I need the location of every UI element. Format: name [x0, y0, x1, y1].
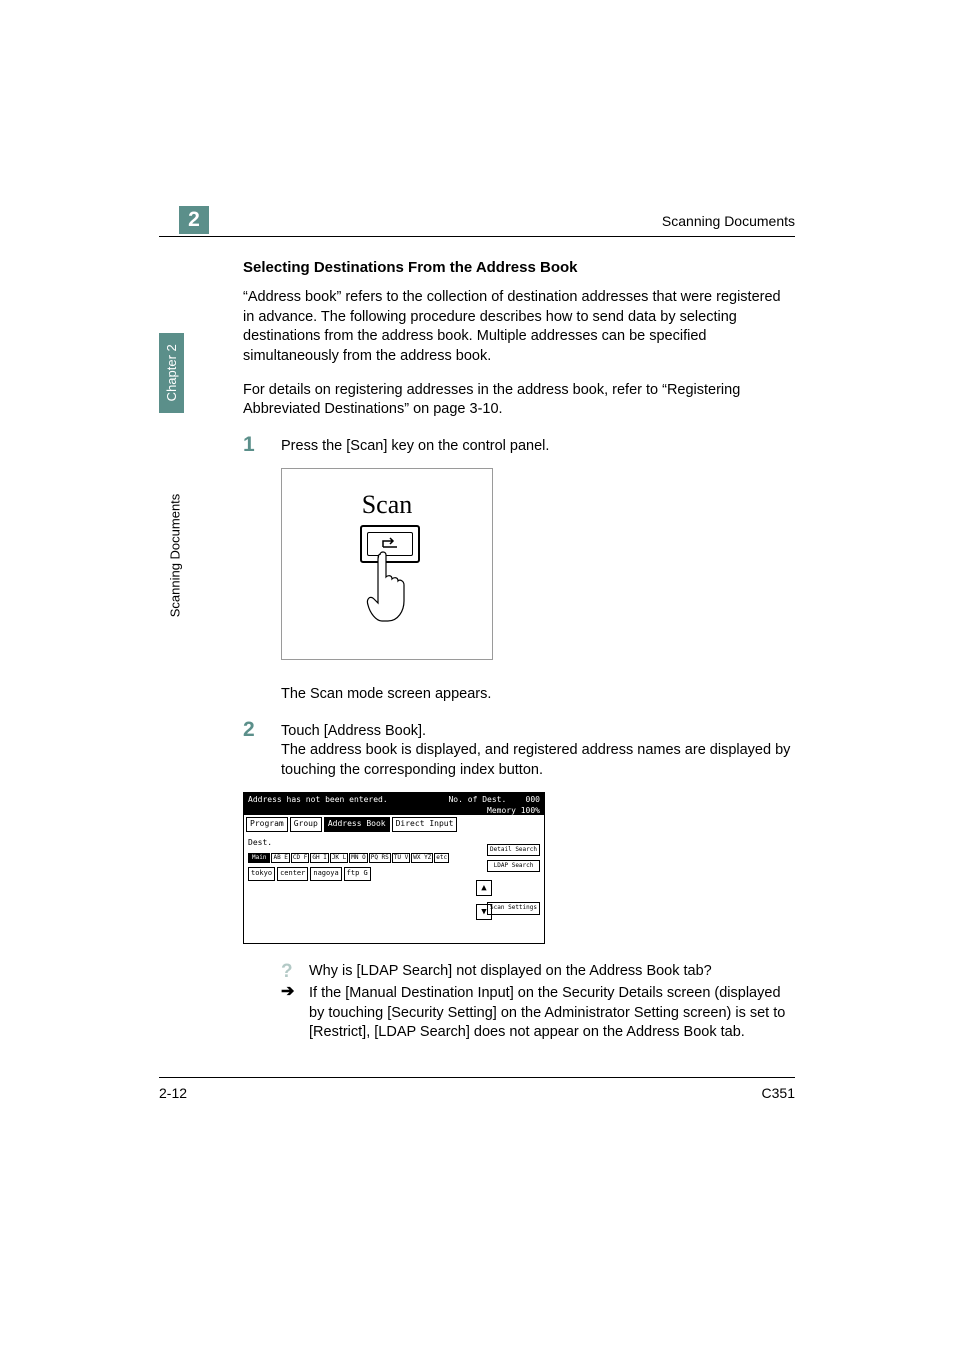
- ss-tab-program: Program: [246, 817, 288, 832]
- ss-dest-count: 000: [526, 795, 540, 804]
- ss-dest-count-label: No. of Dest.: [448, 795, 506, 804]
- ss-tab-direct-input: Direct Input: [392, 817, 458, 832]
- step-text-1: Press the [Scan] key on the control pane…: [281, 434, 795, 457]
- ss-arrow-down-icon: ▼: [476, 904, 492, 920]
- side-tab-chapter-label: Chapter 2: [163, 344, 181, 401]
- footer-model: C351: [762, 1084, 795, 1103]
- step-1-result: The Scan mode screen appears.: [281, 682, 795, 705]
- ss-index-pq: PQ RS: [369, 853, 391, 863]
- running-header: Scanning Documents: [662, 212, 795, 231]
- ss-ldap-search-button: LDAP Search: [487, 860, 540, 872]
- side-tab-chapter: Chapter 2: [159, 333, 184, 413]
- ss-entry-2: center: [277, 867, 308, 880]
- step-number-2: 2: [243, 719, 261, 740]
- ss-entry-1: tokyo: [248, 867, 275, 880]
- ss-index-mn: MN O: [349, 853, 367, 863]
- side-tab-section-label: Scanning Documents: [167, 592, 185, 617]
- scan-key-illustration: Scan: [281, 468, 493, 660]
- ss-index-tu: TU V: [392, 853, 410, 863]
- side-tab-section: Scanning Documents: [159, 441, 184, 459]
- ss-detail-search-button: Detail Search: [487, 844, 540, 856]
- ss-tab-group: Group: [290, 817, 322, 832]
- ss-scan-settings-button: Scan Settings: [487, 902, 540, 914]
- question-text: Why is [LDAP Search] not displayed on th…: [309, 962, 795, 982]
- section-heading: Selecting Destinations From the Address …: [243, 258, 795, 278]
- header-rule: [159, 236, 795, 237]
- footer-page-number: 2-12: [159, 1084, 187, 1103]
- ss-status-text: Address has not been entered.: [248, 795, 388, 815]
- question-icon: ?: [281, 962, 299, 982]
- step-2-line-2: The address book is displayed, and regis…: [281, 741, 795, 780]
- answer-text: If the [Manual Destination Input] on the…: [309, 984, 795, 1043]
- chapter-number-badge: 2: [179, 206, 209, 234]
- scan-label: Scan: [282, 487, 492, 522]
- ss-index-etc: etc: [434, 853, 449, 863]
- hand-pointer-icon: [366, 549, 406, 623]
- address-book-screenshot: Address has not been entered. No. of Des…: [243, 792, 545, 944]
- ss-index-gh: GH I: [310, 853, 328, 863]
- answer-arrow-icon: ➔: [281, 984, 299, 1043]
- ss-index-wx: WX YZ: [411, 853, 433, 863]
- ss-arrow-up-icon: ▲: [476, 880, 492, 896]
- step-number-1: 1: [243, 434, 261, 455]
- ss-tab-address-book: Address Book: [324, 817, 390, 832]
- ss-index-cd: CD F: [291, 853, 309, 863]
- step-2-line-1: Touch [Address Book].: [281, 722, 795, 742]
- ss-index-ab: AB E: [271, 853, 289, 863]
- ss-entry-4: ftp G: [344, 867, 371, 880]
- ss-memory: Memory 100%: [487, 806, 540, 815]
- ss-index-jk: JK L: [330, 853, 348, 863]
- intro-paragraph-2: For details on registering addresses in …: [243, 381, 795, 420]
- ss-index-main: Main: [248, 853, 270, 863]
- intro-paragraph-1: “Address book” refers to the collection …: [243, 288, 795, 366]
- ss-entry-3: nagoya: [310, 867, 341, 880]
